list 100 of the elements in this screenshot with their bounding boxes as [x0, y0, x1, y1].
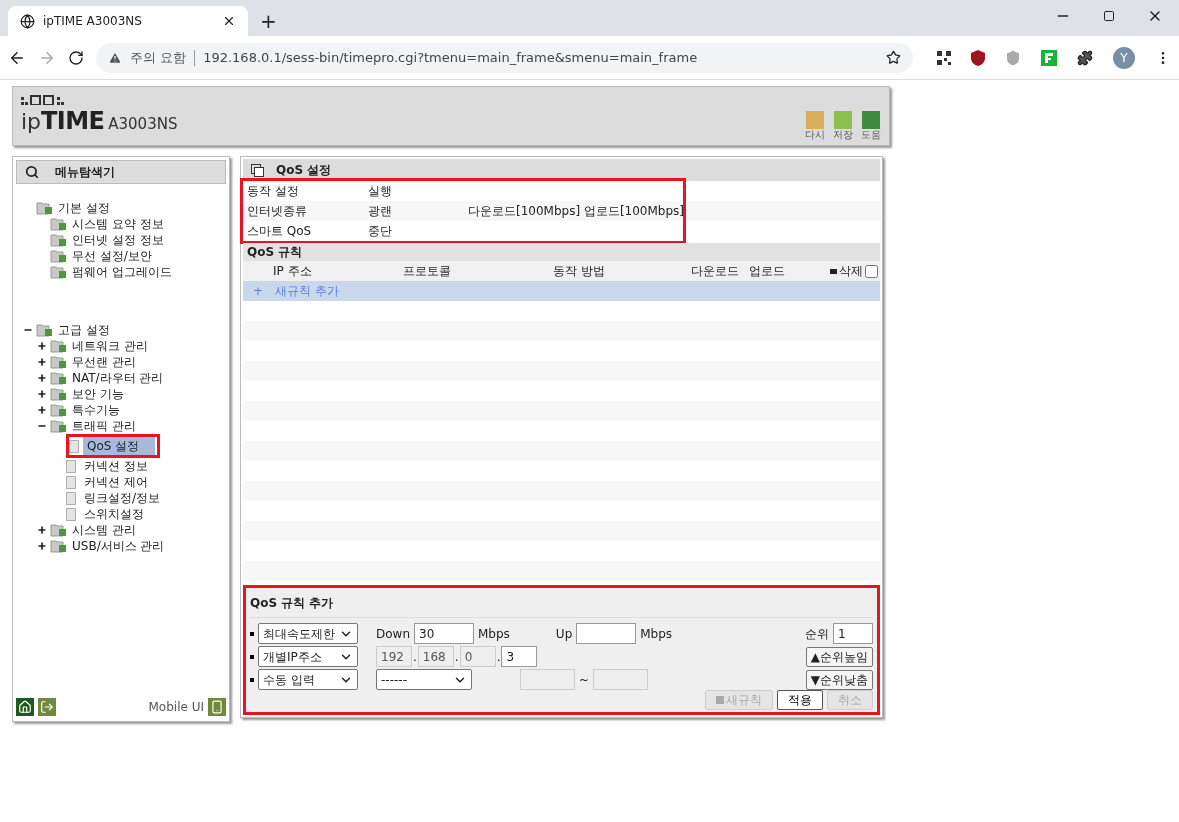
- puzzle-icon[interactable]: [1077, 49, 1093, 66]
- tree-item[interactable]: 보안 기능: [72, 385, 124, 403]
- home-icon[interactable]: [16, 698, 34, 716]
- security-label: 주의 요함: [130, 48, 187, 67]
- status-label: 인터넷종류: [246, 203, 308, 220]
- select-all-checkbox[interactable]: [865, 264, 878, 278]
- tree-item[interactable]: 무선 설정/보안: [72, 247, 152, 265]
- add-rule-title: QoS 규칙 추가: [250, 596, 334, 610]
- page-icon: [69, 439, 79, 453]
- mobile-icon[interactable]: [208, 698, 226, 716]
- up-label: Up: [555, 625, 573, 643]
- tree-item[interactable]: 트래픽 관리: [72, 417, 136, 435]
- folder-icon: [50, 371, 68, 385]
- search-icon: [25, 165, 39, 179]
- shield-icon[interactable]: [971, 49, 985, 66]
- expand-icon[interactable]: [37, 389, 47, 399]
- tree-item[interactable]: NAT/라우터 관리: [72, 369, 164, 387]
- unit-label: Mbps: [640, 625, 673, 643]
- column-header: 동작 방법: [553, 263, 606, 280]
- qr-code-icon[interactable]: [937, 50, 951, 65]
- tree-item[interactable]: 스위치설정: [80, 505, 148, 523]
- range-separator: ~: [579, 671, 590, 689]
- expand-icon[interactable]: [37, 541, 47, 551]
- tree-item[interactable]: 시스템 관리: [72, 521, 136, 539]
- form-button[interactable]: 적용: [777, 690, 823, 710]
- tree-item[interactable]: 커넥션 정보: [80, 457, 152, 475]
- mode-select[interactable]: 최대속도제한: [258, 623, 358, 644]
- header-action-button[interactable]: 도움: [861, 111, 881, 141]
- tree-item[interactable]: 인터넷 설정 정보: [72, 231, 164, 249]
- window-icon: [251, 163, 264, 177]
- header-action-button[interactable]: 저장: [833, 111, 853, 141]
- tree-item[interactable]: QoS 설정: [83, 437, 155, 455]
- tree-item[interactable]: USB/서비스 관리: [72, 537, 165, 555]
- expand-icon[interactable]: [37, 341, 47, 351]
- status-value: 광랜: [368, 203, 393, 220]
- protocol-select[interactable]: 수동 입력: [258, 669, 358, 690]
- raise-priority-button[interactable]: ▲순위높임: [805, 646, 873, 667]
- folder-icon: [50, 419, 68, 433]
- bullet-icon: [250, 631, 254, 636]
- status-label: 스마트 QoS: [246, 223, 313, 240]
- ip-separator: .: [412, 648, 418, 666]
- tree-item[interactable]: 네트워크 관리: [72, 337, 148, 355]
- header-action-button[interactable]: 다시: [805, 111, 825, 141]
- ip-octet-field[interactable]: 3: [501, 646, 538, 667]
- reload-icon[interactable]: [68, 49, 84, 66]
- page-icon: [66, 475, 76, 489]
- folder-icon: [36, 323, 54, 337]
- folder-icon: [50, 387, 68, 401]
- expand-icon[interactable]: [37, 373, 47, 383]
- tree-item[interactable]: 고급 설정: [58, 321, 110, 339]
- tree-item[interactable]: 커넥션 제어: [80, 473, 152, 491]
- tree-item[interactable]: 무선랜 관리: [72, 353, 136, 371]
- status-value: 실행: [368, 183, 393, 200]
- status-detail: 다운로드[100Mbps] 업로드[100Mbps]: [468, 203, 685, 220]
- expand-icon[interactable]: [37, 525, 47, 535]
- plus-box-icon: [716, 696, 724, 704]
- status-label: 동작 설정: [246, 183, 300, 200]
- url-text: 192.168.0.1/sess-bin/timepro.cgi?tmenu=main_frame&smenu=main_frame: [203, 48, 699, 67]
- address-bar[interactable]: 주의 요함 192.168.0.1/sess-bin/timepro.cgi?tmenu=main_frame&smenu=main_frame: [96, 42, 913, 73]
- tree-item[interactable]: 시스템 요약 정보: [72, 215, 164, 233]
- ip-separator: .: [453, 648, 460, 666]
- folder-icon: [50, 539, 68, 553]
- folder-icon: [50, 403, 68, 417]
- tree-item[interactable]: 기본 설정: [58, 199, 110, 217]
- priority-field[interactable]: 1: [833, 623, 873, 644]
- folder-icon: [36, 201, 54, 215]
- delete-icon: [830, 268, 837, 274]
- folder-icon: [50, 355, 68, 369]
- globe-icon: [20, 13, 35, 29]
- tree-item[interactable]: 펌웨어 업그레이드: [72, 263, 172, 281]
- new-tab-button[interactable]: +: [260, 11, 277, 31]
- logo: ipTIME A3003NS: [21, 109, 178, 133]
- browser-tab[interactable]: ipTIME A3003NS: [8, 6, 248, 36]
- unit-label: Mbps: [478, 625, 510, 643]
- expand-icon[interactable]: [37, 357, 47, 367]
- port-select[interactable]: ------: [376, 669, 472, 690]
- star-icon[interactable]: [886, 50, 901, 65]
- page-icon: [66, 507, 76, 521]
- new-rule-label: 새규칙 추가: [275, 283, 339, 300]
- up-field[interactable]: [576, 623, 637, 644]
- target-select[interactable]: 개별IP주소: [258, 646, 358, 667]
- mobile-ui-label[interactable]: Mobile UI: [148, 698, 204, 716]
- down-label: Down: [376, 625, 410, 643]
- delete-label: 삭제: [839, 263, 863, 280]
- down-field[interactable]: 30: [414, 623, 474, 644]
- column-header: 다운로드: [691, 263, 740, 280]
- maximize-icon[interactable]: [1103, 10, 1115, 22]
- rules-title: QoS 규칙: [247, 244, 303, 261]
- ip-separator: .: [495, 648, 502, 666]
- lower-priority-button[interactable]: ▼순위낮춤: [805, 669, 873, 690]
- close-icon[interactable]: [222, 14, 236, 28]
- expand-icon[interactable]: [37, 405, 47, 415]
- column-header: IP 주소: [272, 263, 313, 280]
- warning-icon: [108, 50, 122, 65]
- page-icon: [66, 459, 76, 473]
- extension-icon[interactable]: [1041, 49, 1057, 66]
- plus-icon: +: [253, 282, 264, 300]
- tree-item[interactable]: 링크설정/정보: [80, 489, 165, 507]
- logout-icon[interactable]: [38, 698, 56, 716]
- tree-item[interactable]: 특수기능: [72, 401, 120, 419]
